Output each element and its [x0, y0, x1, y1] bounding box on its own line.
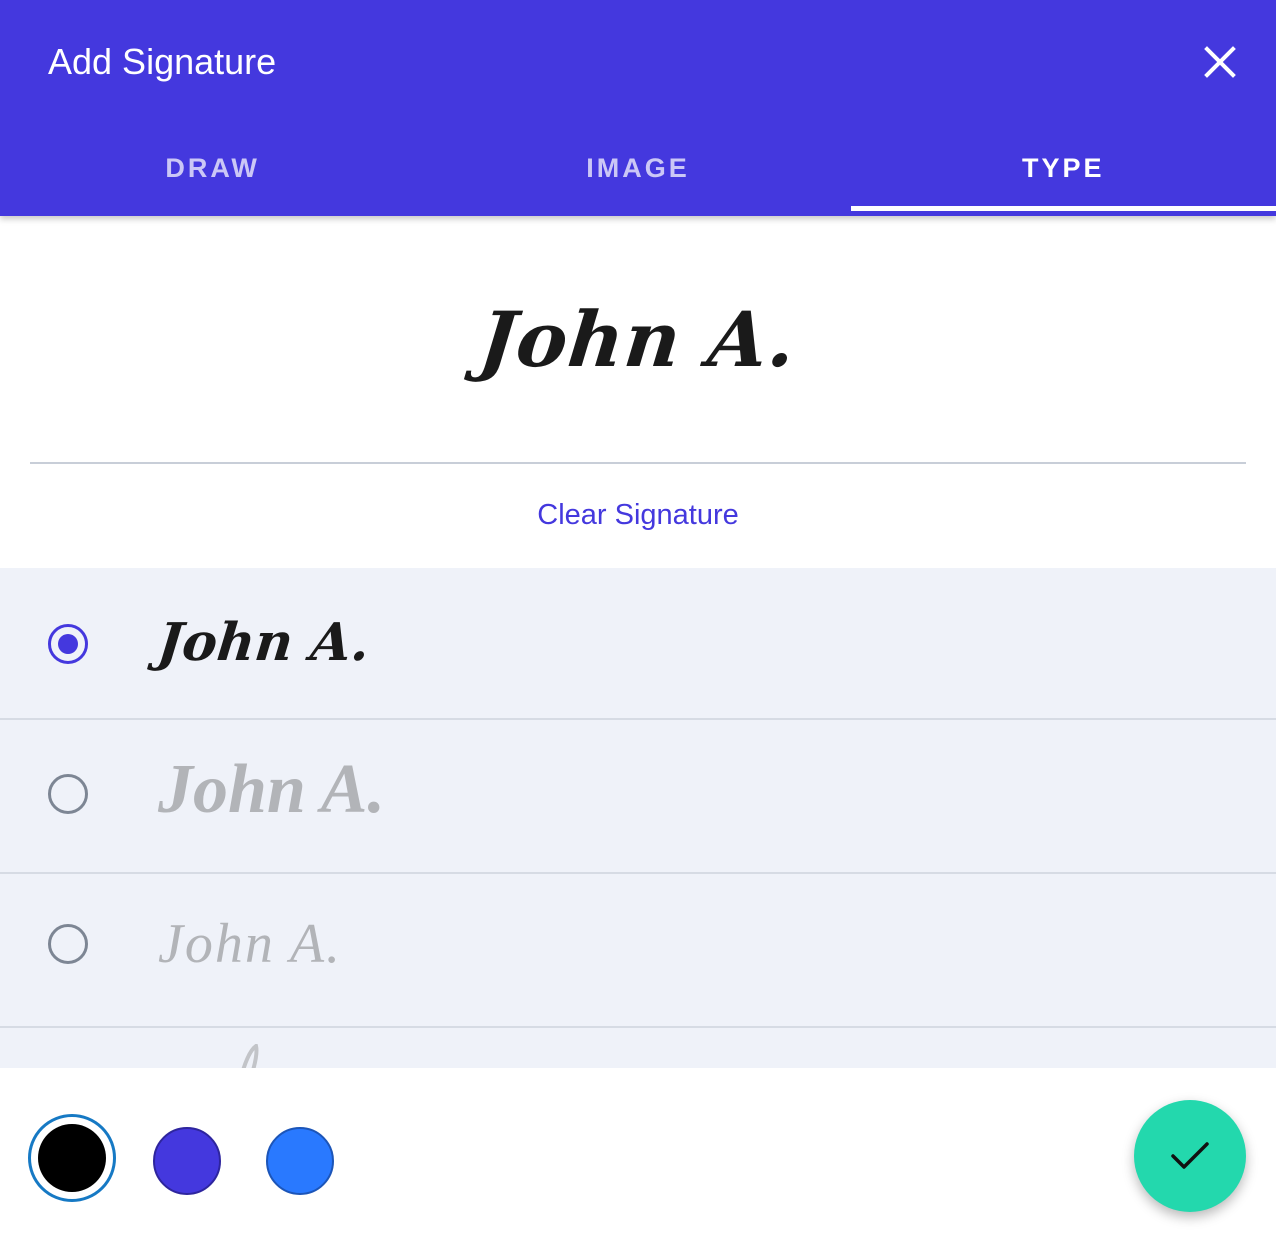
signature-baseline: [30, 462, 1246, 464]
font-option-label: John A.: [158, 751, 385, 828]
dialog-title: Add Signature: [48, 41, 277, 82]
confirm-button[interactable]: [1134, 1100, 1246, 1212]
font-option-label: John A.: [154, 612, 373, 673]
close-button[interactable]: [1196, 38, 1244, 86]
partial-signature-glyph: [241, 1044, 259, 1068]
signature-preview[interactable]: John A.: [0, 216, 1276, 462]
font-option-2[interactable]: John A.: [0, 720, 1276, 874]
font-options-list[interactable]: John A. John A. John A.: [0, 568, 1276, 1068]
check-icon: [1171, 1142, 1209, 1169]
font-option-4-partial[interactable]: [0, 1028, 1276, 1068]
color-swatch-purple[interactable]: [153, 1127, 221, 1195]
font-option-label: John A.: [158, 913, 343, 975]
tab-image[interactable]: IMAGE: [425, 130, 850, 206]
font-option-1[interactable]: John A.: [0, 568, 1276, 720]
color-swatch-blue[interactable]: [266, 1127, 334, 1195]
tab-bar: DRAW IMAGE TYPE: [0, 130, 1276, 216]
clear-signature-button[interactable]: Clear Signature: [0, 496, 1276, 534]
radio-selected[interactable]: [48, 624, 88, 664]
footer-bar: [0, 1068, 1276, 1244]
tab-draw[interactable]: DRAW: [0, 130, 425, 206]
radio-unselected[interactable]: [48, 924, 88, 964]
close-icon: [1204, 46, 1236, 78]
radio-unselected[interactable]: [48, 774, 88, 814]
color-swatch-black[interactable]: [38, 1124, 106, 1192]
signature-preview-text: John A.: [475, 294, 801, 384]
dialog-header: Add Signature DRAW IMAGE TYPE: [0, 0, 1276, 216]
font-option-3[interactable]: John A.: [0, 874, 1276, 1028]
tab-type[interactable]: TYPE: [850, 130, 1276, 211]
